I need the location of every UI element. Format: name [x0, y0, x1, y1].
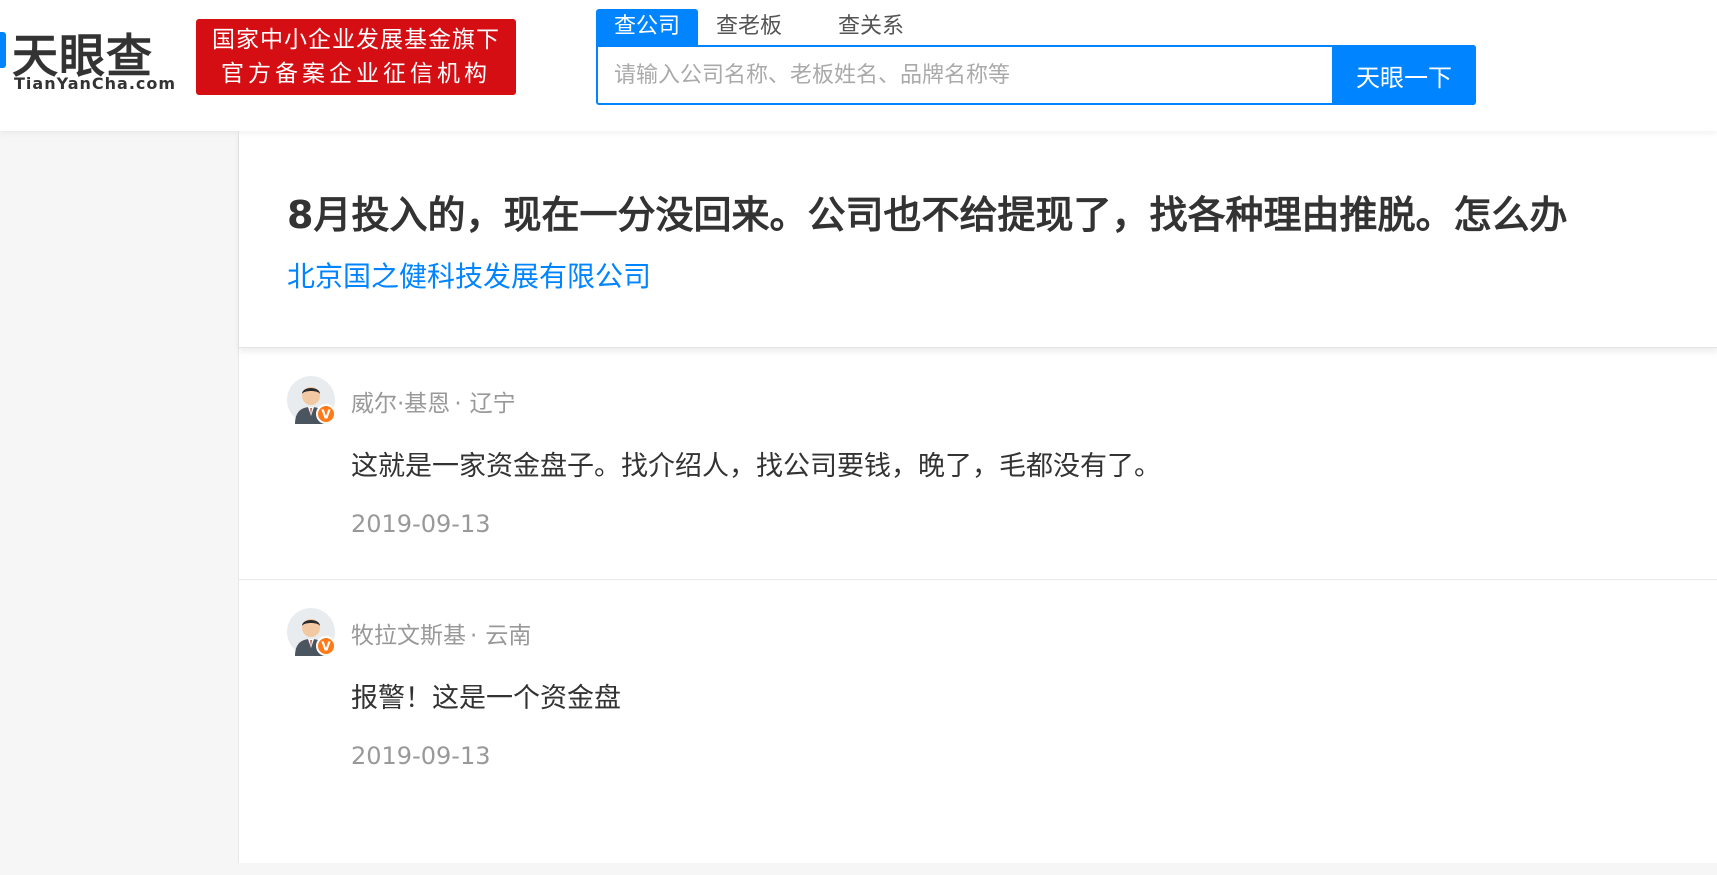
question-card: 8月投入的，现在一分没回来。公司也不给提现了，找各种理由推脱。怎么办 北京国之健…: [239, 131, 1717, 348]
badge-line-2: 官方备案企业征信机构: [221, 61, 491, 87]
avatar[interactable]: V: [287, 608, 335, 656]
site-logo[interactable]: 天眼查 TianYanCha.com: [0, 18, 180, 98]
tab-company[interactable]: 查公司: [596, 9, 699, 45]
logo-mark: [0, 32, 6, 68]
answer-content: 报警！这是一个资金盘: [351, 683, 621, 714]
tab-boss[interactable]: 查老板: [698, 9, 800, 45]
user-avatar-icon: V: [287, 608, 335, 656]
answer-date: 2019-09-13: [351, 510, 491, 538]
author-separator: ·: [454, 391, 462, 417]
official-badge: 国家中小企业发展基金旗下 官方备案企业征信机构: [196, 19, 516, 95]
verified-badge-text: V: [321, 640, 331, 654]
search-box: 查公司 查老板 查关系 天眼一下: [596, 9, 1476, 105]
verified-badge-text: V: [321, 408, 331, 422]
answer-date: 2019-09-13: [351, 742, 491, 770]
author-location: 辽宁: [469, 391, 516, 417]
company-link[interactable]: 北京国之健科技发展有限公司: [287, 255, 651, 295]
answer-item: V 威尔·基恩 · 辽宁 这就是一家资金盘子。找介绍人，找公司要钱，晚了，毛都没有了…: [239, 348, 1717, 580]
search-input[interactable]: [598, 47, 1332, 103]
answer-item: V 牧拉文斯基 · 云南 报警！这是一个资金盘 2019-09-13: [239, 580, 1717, 812]
author-separator: ·: [470, 623, 478, 649]
author-location: 云南: [485, 623, 532, 649]
question-title: 8月投入的，现在一分没回来。公司也不给提现了，找各种理由推脱。怎么办: [287, 193, 1568, 237]
badge-line-1: 国家中小企业发展基金旗下: [212, 27, 500, 53]
search-field-wrap: 天眼一下: [596, 45, 1476, 105]
logo-domain: TianYanCha.com: [14, 74, 177, 93]
answer-content: 这就是一家资金盘子。找介绍人，找公司要钱，晚了，毛都没有了。: [351, 451, 1161, 482]
user-avatar-icon: V: [287, 376, 335, 424]
answer-author-line: 牧拉文斯基 · 云南: [351, 616, 531, 650]
site-header: 天眼查 TianYanCha.com 国家中小企业发展基金旗下 官方备案企业征信…: [0, 0, 1717, 131]
author-name[interactable]: 威尔·基恩: [351, 391, 450, 417]
search-button[interactable]: 天眼一下: [1332, 45, 1476, 105]
tab-relation[interactable]: 查关系: [820, 9, 922, 45]
main-content: 8月投入的，现在一分没回来。公司也不给提现了，找各种理由推脱。怎么办 北京国之健…: [238, 131, 1717, 863]
answer-author-line: 威尔·基恩 · 辽宁: [351, 384, 516, 418]
author-name[interactable]: 牧拉文斯基: [351, 623, 466, 649]
avatar[interactable]: V: [287, 376, 335, 424]
search-tabs: 查公司 查老板 查关系: [596, 9, 942, 45]
